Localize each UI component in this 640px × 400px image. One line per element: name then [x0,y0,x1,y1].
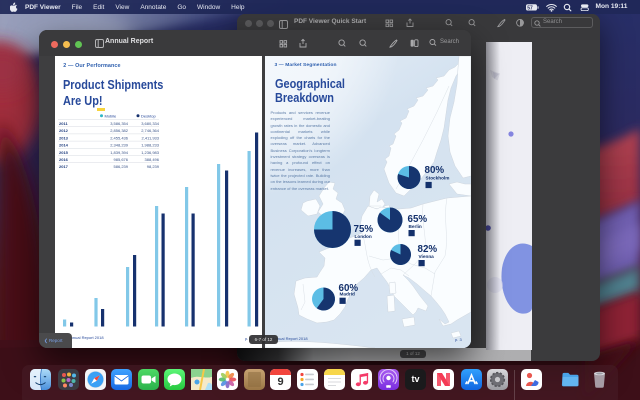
svg-text:80%: 80% [425,165,445,176]
svg-text:London: London [355,234,372,239]
svg-text:57: 57 [527,6,533,12]
svg-text:Madrid: Madrid [340,292,356,297]
svg-text:Stockholm: Stockholm [426,176,450,181]
svg-text:Berlin: Berlin [409,224,422,229]
svg-text:Vienna: Vienna [419,254,435,259]
